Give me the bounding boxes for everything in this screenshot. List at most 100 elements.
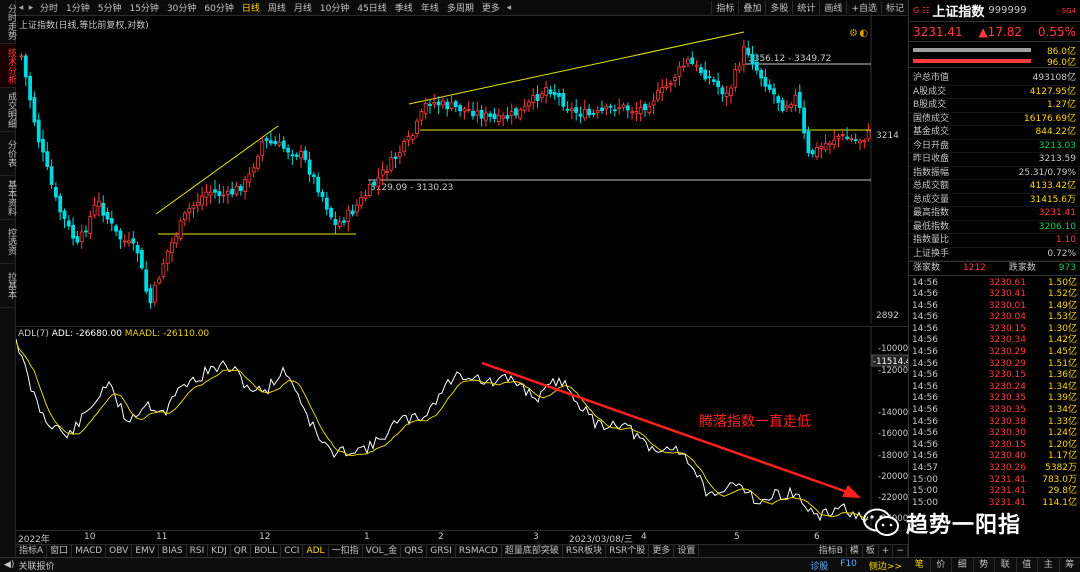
more-arrow-icon[interactable]: ◂	[504, 3, 514, 13]
panel-tab-3[interactable]: 势	[974, 558, 995, 572]
palette-icon[interactable]: ◐	[859, 28, 868, 39]
period-1[interactable]: 1分钟	[62, 1, 94, 14]
candle-body	[853, 139, 858, 141]
panel-tab-2[interactable]: 细	[952, 558, 974, 572]
candle-body	[363, 195, 368, 199]
indicator-right-0[interactable]: 指标B	[816, 545, 847, 557]
candle-body	[793, 94, 798, 106]
stat-value: 4133.42亿	[1029, 181, 1076, 191]
stat-value: 3206.10	[1038, 221, 1076, 232]
period-4[interactable]: 30分钟	[163, 1, 200, 14]
indicator-tab-17[interactable]: 超量底部突破	[502, 545, 563, 557]
gear-icon[interactable]: ⚙	[849, 28, 858, 39]
sell-volume-value: 96.0亿	[1046, 58, 1076, 68]
tool-2[interactable]: 多股	[765, 1, 792, 14]
indicator-tab-7[interactable]: KDJ	[208, 545, 231, 557]
candle-body	[101, 202, 106, 216]
rail-tab-2[interactable]: 成交明细	[0, 88, 16, 132]
candle-body	[195, 201, 200, 206]
adl-indicator-chart[interactable]: -10000 -12000 -14000 -16000 -18000 -20000 -220…	[15, 326, 911, 531]
indicator-tab-13[interactable]: VOL_金	[363, 545, 402, 557]
rail-tab-5[interactable]: 控选资	[0, 220, 16, 264]
panel-tab-0[interactable]: 笔	[909, 558, 931, 572]
tick-price: 3231.41	[988, 486, 1026, 497]
period-5[interactable]: 60分钟	[200, 1, 237, 14]
tool-5[interactable]: +自选	[846, 1, 881, 14]
tick-list[interactable]: 14:56 3230.61 1.50亿 14:56 3230.41 1.52亿 14:56 3…	[909, 276, 1080, 510]
period-3[interactable]: 15分钟	[125, 1, 162, 14]
star-icon[interactable]: ☷	[922, 6, 929, 15]
indicator-tab-2[interactable]: MACD	[72, 545, 107, 557]
tool-6[interactable]: 标记	[880, 1, 908, 14]
indicator-tab-14[interactable]: QRS	[401, 545, 428, 557]
stat-label: 总成交量	[913, 194, 950, 205]
candlestick-chart[interactable]: 3356.12 - 3349.72 3129.09 - 3130.23 3214 28…	[16, 16, 908, 324]
candle-body	[333, 219, 338, 225]
status-link-2[interactable]: 侧边>>	[863, 559, 908, 572]
candle-body	[191, 204, 196, 209]
indicator-tab-21[interactable]: 设置	[674, 545, 700, 557]
stat-row-13: 上证换手 0.72%	[909, 248, 1080, 261]
minus-icon[interactable]: −	[893, 545, 908, 557]
indicator-tab-6[interactable]: RSI	[187, 545, 209, 557]
candle-body	[170, 241, 174, 254]
prev-arrow-icon[interactable]: ◂	[16, 3, 26, 13]
tick-price: 3230.41	[988, 289, 1026, 300]
indicator-tab-0[interactable]: 指标A	[16, 545, 48, 557]
candle-body	[638, 107, 643, 115]
tick-row: 14:56 3230.35 1.34亿	[909, 405, 1080, 417]
indicator-tab-11[interactable]: ADL	[303, 545, 329, 557]
add-icon[interactable]: +	[879, 545, 894, 557]
rail-tab-6[interactable]: 拉基本	[0, 264, 16, 308]
indicator-tab-9[interactable]: BOLL	[251, 545, 282, 557]
indicator-tab-3[interactable]: OBV	[106, 545, 133, 557]
panel-tab-1[interactable]: 价	[931, 558, 952, 572]
linked-quote-label[interactable]: 关联报价	[18, 559, 54, 572]
rail-tab-1[interactable]: 技术分析	[0, 44, 16, 88]
period-9[interactable]: 10分钟	[316, 1, 353, 14]
rail-tab-4[interactable]: 基本资料	[0, 176, 16, 220]
period-7[interactable]: 周线	[264, 1, 290, 14]
indicator-tab-12[interactable]: 一扣指	[329, 545, 363, 557]
tool-3[interactable]: 统计	[792, 1, 819, 14]
indicator-tab-19[interactable]: RSR个股	[606, 545, 650, 557]
period-12[interactable]: 年线	[417, 1, 443, 14]
tick-time: 14:56	[912, 312, 938, 323]
period-8[interactable]: 月线	[290, 1, 316, 14]
indicator-tab-18[interactable]: RSR板块	[563, 545, 607, 557]
period-13[interactable]: 多周期	[443, 1, 478, 14]
indicator-right-1[interactable]: 模	[847, 545, 863, 557]
rail-tab-3[interactable]: 分价表	[0, 132, 16, 176]
tick-time: 15:00	[912, 486, 938, 497]
indicator-tab-1[interactable]: 窗口	[47, 545, 73, 557]
panel-tab-6[interactable]: 主	[1038, 558, 1060, 572]
candle-body	[393, 156, 398, 159]
period-6[interactable]: 日线	[238, 1, 264, 14]
panel-tab-7[interactable]: 筹	[1060, 558, 1080, 572]
period-2[interactable]: 5分钟	[94, 1, 126, 14]
tool-4[interactable]: 画线	[819, 1, 846, 14]
panel-tab-4[interactable]: 联	[995, 558, 1017, 572]
speaker-icon[interactable]: ◀)	[0, 560, 18, 570]
status-link-1[interactable]: F10	[834, 559, 863, 572]
panel-tab-5[interactable]: 值	[1017, 558, 1038, 572]
period-10[interactable]: 45日线	[353, 1, 390, 14]
period-11[interactable]: 季线	[391, 1, 417, 14]
indicator-tab-16[interactable]: RSMACD	[456, 545, 502, 557]
indicator-tab-10[interactable]: CCI	[281, 545, 304, 557]
indicator-tab-5[interactable]: BIAS	[159, 545, 187, 557]
indicator-tab-15[interactable]: GRSI	[427, 545, 456, 557]
stat-value: 1.27亿	[1046, 100, 1076, 110]
tool-1[interactable]: 叠加	[738, 1, 765, 14]
period-0[interactable]: 分时	[36, 1, 62, 14]
candle-body	[557, 93, 561, 97]
indicator-tab-8[interactable]: QR	[231, 545, 252, 557]
indicator-tab-4[interactable]: EMV	[132, 545, 159, 557]
rail-tab-0[interactable]: 分时走势	[0, 0, 16, 44]
tool-0[interactable]: 指标	[711, 1, 738, 14]
period-14[interactable]: 更多	[478, 1, 504, 14]
indicator-right-2[interactable]: 板	[863, 545, 879, 557]
status-link-0[interactable]: 诊股	[804, 559, 834, 572]
next-arrow-icon[interactable]: ▸	[26, 3, 36, 13]
indicator-tab-20[interactable]: 更多	[649, 545, 675, 557]
